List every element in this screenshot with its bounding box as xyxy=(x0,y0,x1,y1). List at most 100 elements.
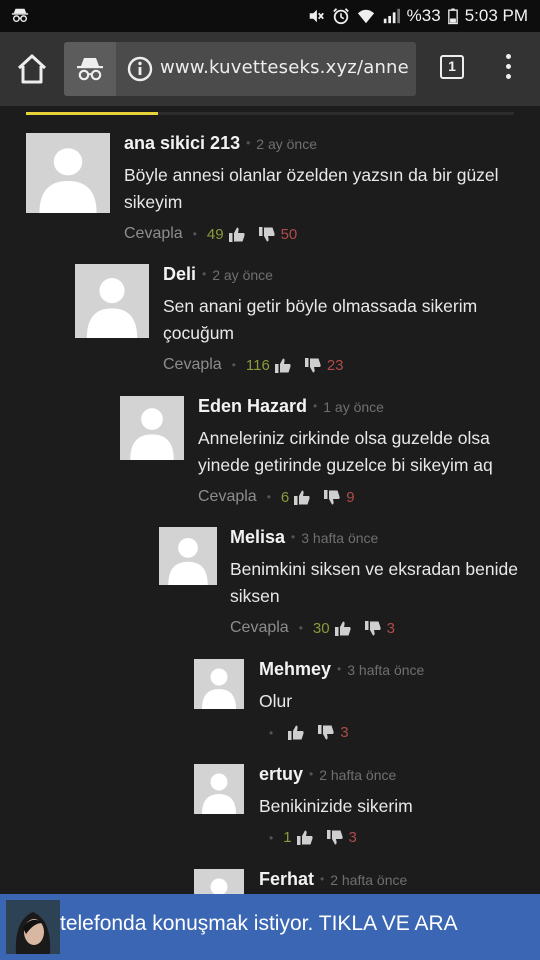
upvote-count: 49 xyxy=(206,225,224,243)
upvote-count: 116 xyxy=(245,356,270,374)
separator-dot: • xyxy=(337,662,342,676)
status-bar: %33 5:03 PM xyxy=(0,0,540,32)
info-icon[interactable] xyxy=(127,56,153,82)
address-bar[interactable]: www.kuvetteseks.xyz/annesi-sp xyxy=(64,42,416,96)
upvote-count: 1 xyxy=(283,829,292,846)
comment-author[interactable]: Ferhat xyxy=(259,869,314,889)
separator-dot: • xyxy=(269,725,274,740)
thumbs-up-icon xyxy=(274,358,291,373)
comment-author[interactable]: Mehmey xyxy=(259,659,331,679)
downvote-button[interactable]: 50 xyxy=(258,225,298,243)
upvote-count: 30 xyxy=(312,619,330,637)
alarm-icon xyxy=(332,8,349,25)
reply-button[interactable]: Cevapla xyxy=(230,619,289,637)
separator-dot: • xyxy=(202,267,207,281)
comment-text: Benimkini siksen ve eksradan benide siks… xyxy=(230,559,518,606)
comment-time[interactable]: 3 hafta önce xyxy=(347,662,424,678)
separator-dot: • xyxy=(313,399,318,413)
separator-dot: • xyxy=(246,136,251,150)
overflow-menu-button[interactable] xyxy=(500,54,516,84)
comment-text: Böyle annesi olanlar özelden yazsın da b… xyxy=(124,165,499,212)
thumbs-up-icon xyxy=(296,830,313,845)
downvote-count: 23 xyxy=(326,356,344,374)
downvote-button[interactable]: 3 xyxy=(364,619,395,637)
downvote-count: 3 xyxy=(386,619,395,637)
avatar[interactable] xyxy=(194,764,244,814)
downvote-button[interactable]: 9 xyxy=(324,488,355,506)
downvote-button[interactable]: 3 xyxy=(318,724,349,741)
comment-author[interactable]: Deli xyxy=(163,264,196,284)
url-text[interactable]: www.kuvetteseks.xyz/annesi-sp xyxy=(160,57,410,78)
banner-avatar xyxy=(6,900,60,954)
thumbs-down-icon xyxy=(318,725,334,740)
downvote-count: 50 xyxy=(280,225,298,243)
avatar[interactable] xyxy=(75,264,149,338)
incognito-icon xyxy=(10,6,30,29)
avatar[interactable] xyxy=(194,659,244,709)
upvote-button[interactable]: 6 xyxy=(281,489,310,506)
signal-icon xyxy=(383,8,400,24)
comment-time[interactable]: 2 ay önce xyxy=(212,267,273,283)
thumbs-up-icon xyxy=(334,621,351,636)
upvote-button[interactable]: 116 xyxy=(246,357,291,374)
thumbs-up-icon xyxy=(288,725,304,740)
downvote-button[interactable]: 3 xyxy=(326,829,357,846)
downvote-count: 3 xyxy=(348,829,357,846)
thumbs-down-icon xyxy=(364,620,381,636)
comment-author[interactable]: ana sikici 213 xyxy=(124,133,240,153)
thumbs-up-icon xyxy=(228,227,245,242)
comment-text: Benikinizide sikerim xyxy=(259,796,413,816)
thumbs-down-icon xyxy=(304,357,321,373)
ad-banner[interactable]: telefonda konuşmak istiyor. TIKLA VE ARA xyxy=(0,894,540,960)
browser-toolbar: www.kuvetteseks.xyz/annesi-sp 1 xyxy=(0,32,540,106)
reply-button[interactable]: Cevapla xyxy=(124,225,183,243)
tab-switcher-button[interactable]: 1 xyxy=(440,55,464,79)
thumbs-down-icon xyxy=(326,830,343,845)
downvote-button[interactable]: 23 xyxy=(304,356,344,374)
home-button[interactable] xyxy=(14,52,50,86)
separator-dot: • xyxy=(231,358,236,372)
tab-underline xyxy=(26,112,514,115)
home-icon xyxy=(17,54,47,84)
clock: 5:03 PM xyxy=(464,6,528,25)
avatar[interactable] xyxy=(26,133,110,213)
mute-icon xyxy=(309,9,324,23)
downvote-count: 9 xyxy=(346,488,355,506)
thumbs-up-icon xyxy=(294,490,310,505)
reply-button[interactable]: Cevapla xyxy=(198,488,257,506)
separator-dot: • xyxy=(269,830,274,845)
comment-time[interactable]: 3 hafta önce xyxy=(301,530,378,546)
upvote-button[interactable] xyxy=(283,725,304,740)
comment-time[interactable]: 2 hafta önce xyxy=(330,872,407,888)
wifi-icon xyxy=(357,9,374,24)
upvote-button[interactable]: 1 xyxy=(283,829,313,846)
comment-time[interactable]: 2 ay önce xyxy=(256,136,317,152)
reply-button[interactable]: Cevapla xyxy=(163,356,222,374)
downvote-count: 3 xyxy=(340,724,349,741)
battery-icon xyxy=(447,8,458,25)
comment-time[interactable]: 2 hafta önce xyxy=(319,767,396,783)
separator-dot: • xyxy=(266,490,271,504)
separator-dot: • xyxy=(291,530,296,544)
thumbs-down-icon xyxy=(324,489,340,505)
upvote-count: 6 xyxy=(280,488,290,506)
comment-text: Sen anani getir böyle olmassada sikerim … xyxy=(163,296,478,343)
comment-text: Olur xyxy=(259,691,293,711)
separator-dot: • xyxy=(309,767,314,781)
upvote-button[interactable]: 49 xyxy=(207,226,245,243)
banner-text[interactable]: telefonda konuşmak istiyor. TIKLA VE ARA xyxy=(60,912,536,936)
separator-dot: • xyxy=(298,621,303,635)
upvote-button[interactable]: 30 xyxy=(313,620,351,637)
incognito-icon xyxy=(77,58,103,81)
comment-time[interactable]: 1 ay önce xyxy=(323,399,384,415)
battery-percent: %33 xyxy=(406,6,441,25)
avatar[interactable] xyxy=(120,396,184,460)
comment-author[interactable]: ertuy xyxy=(259,764,303,784)
comment-author[interactable]: Eden Hazard xyxy=(198,396,307,416)
separator-dot: • xyxy=(320,872,325,886)
incognito-badge xyxy=(64,42,116,96)
thumbs-down-icon xyxy=(258,226,275,242)
comment-text: Anneleriniz cirkinde olsa guzelde olsa y… xyxy=(198,428,493,475)
avatar[interactable] xyxy=(159,527,217,585)
comment-author[interactable]: Melisa xyxy=(230,527,285,547)
